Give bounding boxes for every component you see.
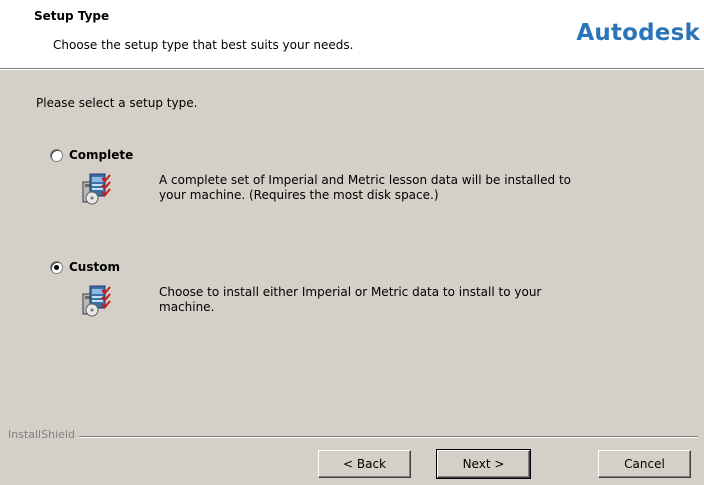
installshield-label: InstallShield xyxy=(8,428,79,441)
option-label-custom: Custom xyxy=(69,260,120,274)
description-line: A complete set of Imperial and Metric le… xyxy=(159,173,571,187)
radio-complete[interactable]: Complete xyxy=(50,148,133,162)
radio-custom[interactable]: Custom xyxy=(50,260,120,274)
next-button[interactable]: Next > xyxy=(436,449,531,479)
header-banner: Setup Type Choose the setup type that be… xyxy=(0,0,704,68)
radio-selected-dot xyxy=(54,264,59,270)
option-description-custom: Choose to install either Imperial or Met… xyxy=(159,285,639,315)
autodesk-logo: Autodesk xyxy=(576,20,700,46)
cancel-button[interactable]: Cancel xyxy=(598,450,691,478)
footer-divider-highlight xyxy=(8,437,698,438)
description-line: machine. xyxy=(159,300,215,314)
setup-prompt: Please select a setup type. xyxy=(36,96,198,110)
setup-package-icon xyxy=(80,282,116,318)
page-subtitle: Choose the setup type that best suits yo… xyxy=(53,38,354,52)
option-description-complete: A complete set of Imperial and Metric le… xyxy=(159,173,639,203)
radio-button-icon[interactable] xyxy=(50,260,63,274)
option-label-complete: Complete xyxy=(69,148,134,162)
page-title: Setup Type xyxy=(34,9,110,23)
header-divider-highlight xyxy=(0,69,704,70)
back-button[interactable]: < Back xyxy=(318,450,411,478)
radio-button-icon[interactable] xyxy=(50,148,63,162)
setup-package-icon xyxy=(80,170,116,206)
description-line: your machine. (Requires the most disk sp… xyxy=(159,188,439,202)
description-line: Choose to install either Imperial or Met… xyxy=(159,285,542,299)
